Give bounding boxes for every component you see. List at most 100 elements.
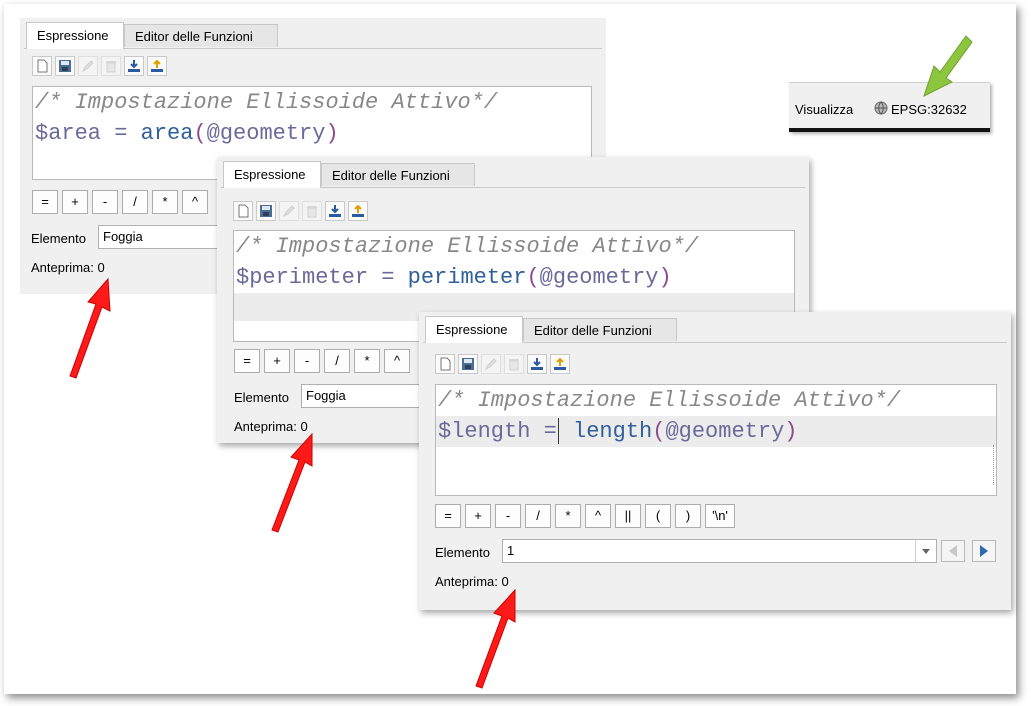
export-button[interactable] bbox=[550, 354, 570, 374]
delete-icon bbox=[106, 61, 116, 73]
elemento-combo[interactable]: 1 bbox=[502, 539, 937, 563]
save-button[interactable] bbox=[256, 201, 276, 221]
new-file-button[interactable] bbox=[233, 201, 253, 221]
anteprima-value: 0 bbox=[300, 419, 308, 434]
elemento-value: 1 bbox=[507, 543, 515, 558]
anteprima-label: Anteprima: 0 bbox=[31, 260, 105, 275]
tab-espressione[interactable]: Espressione bbox=[223, 161, 321, 188]
operator-button[interactable]: - bbox=[495, 504, 521, 528]
tab-bar: Espressione Editor delle Funzioni bbox=[423, 314, 1007, 343]
tab-editor-funzioni[interactable]: Editor delle Funzioni bbox=[523, 318, 677, 341]
operator-button[interactable]: '\n' bbox=[705, 504, 735, 528]
import-button[interactable] bbox=[527, 354, 547, 374]
delete-button[interactable] bbox=[302, 201, 322, 221]
anteprima-label: Anteprima: 0 bbox=[435, 574, 509, 589]
editor-paren-open: ( bbox=[652, 419, 666, 444]
edit-icon bbox=[282, 205, 295, 218]
delete-button[interactable] bbox=[101, 56, 121, 76]
editor-equals: = bbox=[530, 419, 557, 444]
tab-editor-funzioni[interactable]: Editor delle Funzioni bbox=[321, 163, 475, 186]
import-button[interactable] bbox=[325, 201, 345, 221]
delete-button[interactable] bbox=[504, 354, 524, 374]
editor-equals: = bbox=[101, 121, 141, 146]
operator-button[interactable]: = bbox=[435, 504, 461, 528]
operator-button[interactable]: ) bbox=[675, 504, 701, 528]
operator-button[interactable]: || bbox=[615, 504, 641, 528]
operator-button[interactable]: + bbox=[62, 190, 88, 214]
edit-icon bbox=[484, 358, 497, 371]
editor-splitter[interactable] bbox=[993, 445, 996, 485]
operator-button[interactable]: ^ bbox=[585, 504, 611, 528]
tab-espressione[interactable]: Espressione bbox=[425, 316, 523, 343]
operator-button[interactable]: / bbox=[122, 190, 148, 214]
editor-paren-open: ( bbox=[526, 265, 540, 290]
operator-button[interactable]: = bbox=[32, 190, 58, 214]
editor-variable: $area bbox=[35, 121, 102, 146]
operator-button[interactable]: - bbox=[92, 190, 118, 214]
editor-function: perimeter bbox=[407, 265, 527, 290]
new-file-icon bbox=[440, 357, 451, 371]
globe-icon[interactable] bbox=[873, 100, 889, 119]
chevron-down-icon[interactable] bbox=[915, 540, 936, 562]
export-button[interactable] bbox=[147, 56, 167, 76]
operator-button[interactable]: ^ bbox=[182, 190, 208, 214]
map-status-bar: Visualizza EPSG:32632 bbox=[789, 82, 990, 132]
operator-button[interactable]: / bbox=[324, 349, 350, 373]
operator-button[interactable]: * bbox=[152, 190, 178, 214]
export-button[interactable] bbox=[348, 201, 368, 221]
editor-comment: /* Impostazione Ellissoide Attivo*/ bbox=[236, 234, 699, 259]
operator-button[interactable]: + bbox=[465, 504, 491, 528]
editor-space bbox=[560, 419, 573, 444]
crs-indicator[interactable]: EPSG:32632 bbox=[891, 102, 967, 117]
tab-espressione[interactable]: Espressione bbox=[26, 22, 124, 49]
next-feature-button[interactable] bbox=[972, 540, 996, 562]
anteprima-value: 0 bbox=[501, 574, 509, 589]
export-icon bbox=[352, 204, 364, 217]
save-button[interactable] bbox=[55, 56, 75, 76]
previous-feature-button[interactable] bbox=[941, 540, 965, 562]
editor-paren-open: ( bbox=[193, 121, 207, 146]
operator-button[interactable]: / bbox=[525, 504, 551, 528]
visualizza-label[interactable]: Visualizza bbox=[795, 102, 853, 117]
editor-paren-close: ) bbox=[658, 265, 672, 290]
import-icon bbox=[329, 205, 341, 217]
anteprima-label: Anteprima: 0 bbox=[234, 419, 308, 434]
edit-button[interactable] bbox=[481, 354, 501, 374]
expression-panel-length: Espressione Editor delle Funzioni /* Imp… bbox=[419, 312, 1011, 610]
operator-button[interactable]: ( bbox=[645, 504, 671, 528]
editor-argument: @geometry bbox=[665, 419, 785, 444]
operator-button[interactable]: + bbox=[264, 349, 290, 373]
tab-editor-funzioni[interactable]: Editor delle Funzioni bbox=[124, 24, 278, 47]
save-icon bbox=[260, 205, 272, 217]
editor-argument: @geometry bbox=[539, 265, 659, 290]
export-icon bbox=[554, 357, 566, 370]
elemento-label: Elemento bbox=[31, 231, 86, 246]
operator-button[interactable]: * bbox=[555, 504, 581, 528]
operator-button[interactable]: = bbox=[234, 349, 260, 373]
save-button[interactable] bbox=[458, 354, 478, 374]
editor-paren-close: ) bbox=[784, 419, 798, 444]
text-cursor bbox=[557, 418, 559, 445]
editor-comment: /* Impostazione Ellissoide Attivo*/ bbox=[35, 90, 498, 115]
arrow-right-icon bbox=[980, 545, 988, 557]
editor-variable: $length bbox=[438, 419, 531, 444]
expression-editor[interactable]: /* Impostazione Ellissoide Attivo*/ $len… bbox=[435, 384, 997, 496]
import-icon bbox=[531, 358, 543, 370]
operator-button[interactable]: ^ bbox=[384, 349, 410, 373]
operator-button[interactable]: * bbox=[354, 349, 380, 373]
export-icon bbox=[151, 59, 163, 72]
elemento-label: Elemento bbox=[435, 545, 490, 560]
delete-icon bbox=[509, 359, 519, 371]
new-file-button[interactable] bbox=[32, 56, 52, 76]
elemento-label: Elemento bbox=[234, 390, 289, 405]
edit-icon bbox=[81, 60, 94, 73]
operator-button[interactable]: - bbox=[294, 349, 320, 373]
editor-comment: /* Impostazione Ellissoide Attivo*/ bbox=[438, 388, 901, 413]
save-icon bbox=[59, 60, 71, 72]
editor-argument: @geometry bbox=[206, 121, 326, 146]
import-button[interactable] bbox=[124, 56, 144, 76]
edit-button[interactable] bbox=[78, 56, 98, 76]
new-file-button[interactable] bbox=[435, 354, 455, 374]
edit-button[interactable] bbox=[279, 201, 299, 221]
arrow-left-icon bbox=[949, 545, 957, 557]
